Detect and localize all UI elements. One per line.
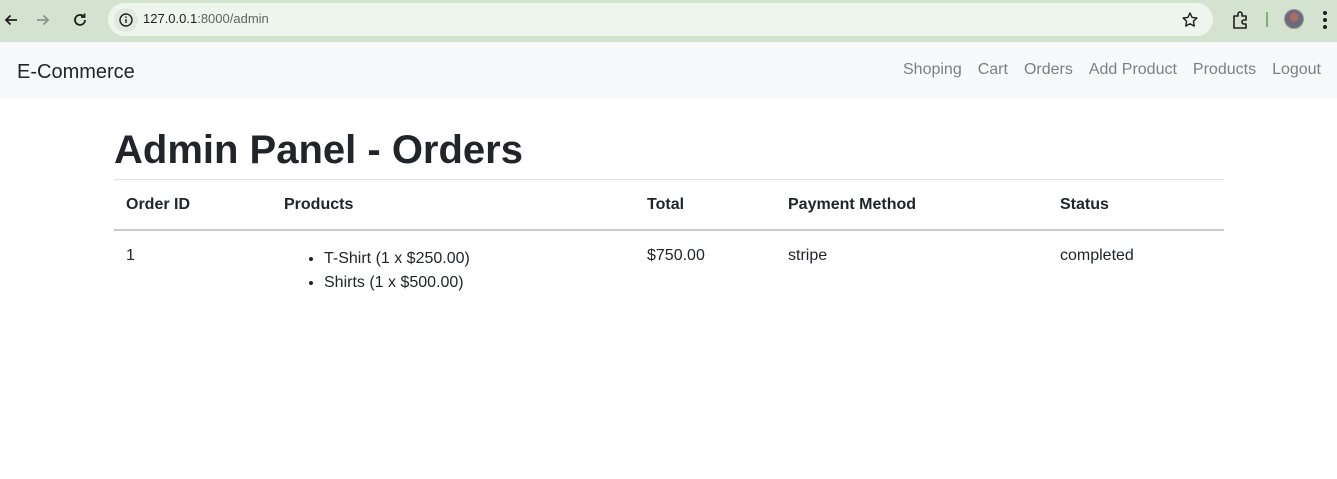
cell-order-id: 1 bbox=[126, 247, 135, 264]
toolbar-divider bbox=[1266, 12, 1268, 27]
nav-link-add-product[interactable]: Add Product bbox=[1089, 61, 1177, 79]
reload-icon[interactable] bbox=[69, 9, 91, 31]
header-order-id: Order ID bbox=[114, 179, 272, 231]
address-bar[interactable]: 127.0.0.1:8000/admin bbox=[108, 3, 1213, 36]
profile-avatar[interactable] bbox=[1284, 9, 1304, 29]
brand-link[interactable]: E-Commerce bbox=[17, 61, 135, 84]
list-item: T-Shirt (1 x $250.00) bbox=[324, 247, 623, 271]
extensions-icon[interactable] bbox=[1230, 9, 1252, 31]
nav-link-logout[interactable]: Logout bbox=[1272, 61, 1321, 79]
nav-link-orders[interactable]: Orders bbox=[1024, 61, 1073, 79]
cell-products: T-Shirt (1 x $250.00) Shirts (1 x $500.0… bbox=[272, 230, 635, 311]
header-products: Products bbox=[272, 179, 635, 231]
cell-total: $750.00 bbox=[647, 247, 705, 264]
nav-links: Shoping Cart Orders Add Product Products… bbox=[903, 61, 1321, 79]
back-icon[interactable] bbox=[0, 9, 22, 31]
header-payment-method: Payment Method bbox=[776, 179, 1048, 231]
table-row: 1 T-Shirt (1 x $250.00) Shirts (1 x $500… bbox=[114, 230, 1224, 311]
orders-table: Order ID Products Total Payment Method S… bbox=[114, 179, 1224, 311]
list-item: Shirts (1 x $500.00) bbox=[324, 271, 623, 295]
main-content: Admin Panel - Orders Order ID Products T… bbox=[114, 99, 1224, 311]
cell-status: completed bbox=[1060, 247, 1134, 264]
url-text: 127.0.0.1:8000/admin bbox=[143, 11, 269, 26]
nav-link-shoping[interactable]: Shoping bbox=[903, 61, 962, 79]
bookmark-star-icon[interactable] bbox=[1181, 11, 1199, 29]
product-list: T-Shirt (1 x $250.00) Shirts (1 x $500.0… bbox=[284, 247, 623, 295]
table-header-row: Order ID Products Total Payment Method S… bbox=[114, 179, 1224, 231]
forward-icon[interactable] bbox=[32, 9, 54, 31]
menu-kebab-icon[interactable] bbox=[1322, 10, 1328, 30]
site-info-icon[interactable] bbox=[114, 8, 138, 32]
nav-link-cart[interactable]: Cart bbox=[978, 61, 1008, 79]
cell-payment-method: stripe bbox=[788, 247, 828, 264]
app-navbar: E-Commerce Shoping Cart Orders Add Produ… bbox=[0, 42, 1337, 99]
browser-toolbar: 127.0.0.1:8000/admin bbox=[0, 0, 1337, 42]
page-title: Admin Panel - Orders bbox=[114, 128, 523, 172]
nav-link-products[interactable]: Products bbox=[1193, 61, 1256, 79]
url-host: 127.0.0.1 bbox=[143, 11, 198, 26]
header-total: Total bbox=[635, 179, 776, 231]
header-status: Status bbox=[1048, 179, 1224, 231]
url-path: :8000/admin bbox=[197, 11, 269, 26]
